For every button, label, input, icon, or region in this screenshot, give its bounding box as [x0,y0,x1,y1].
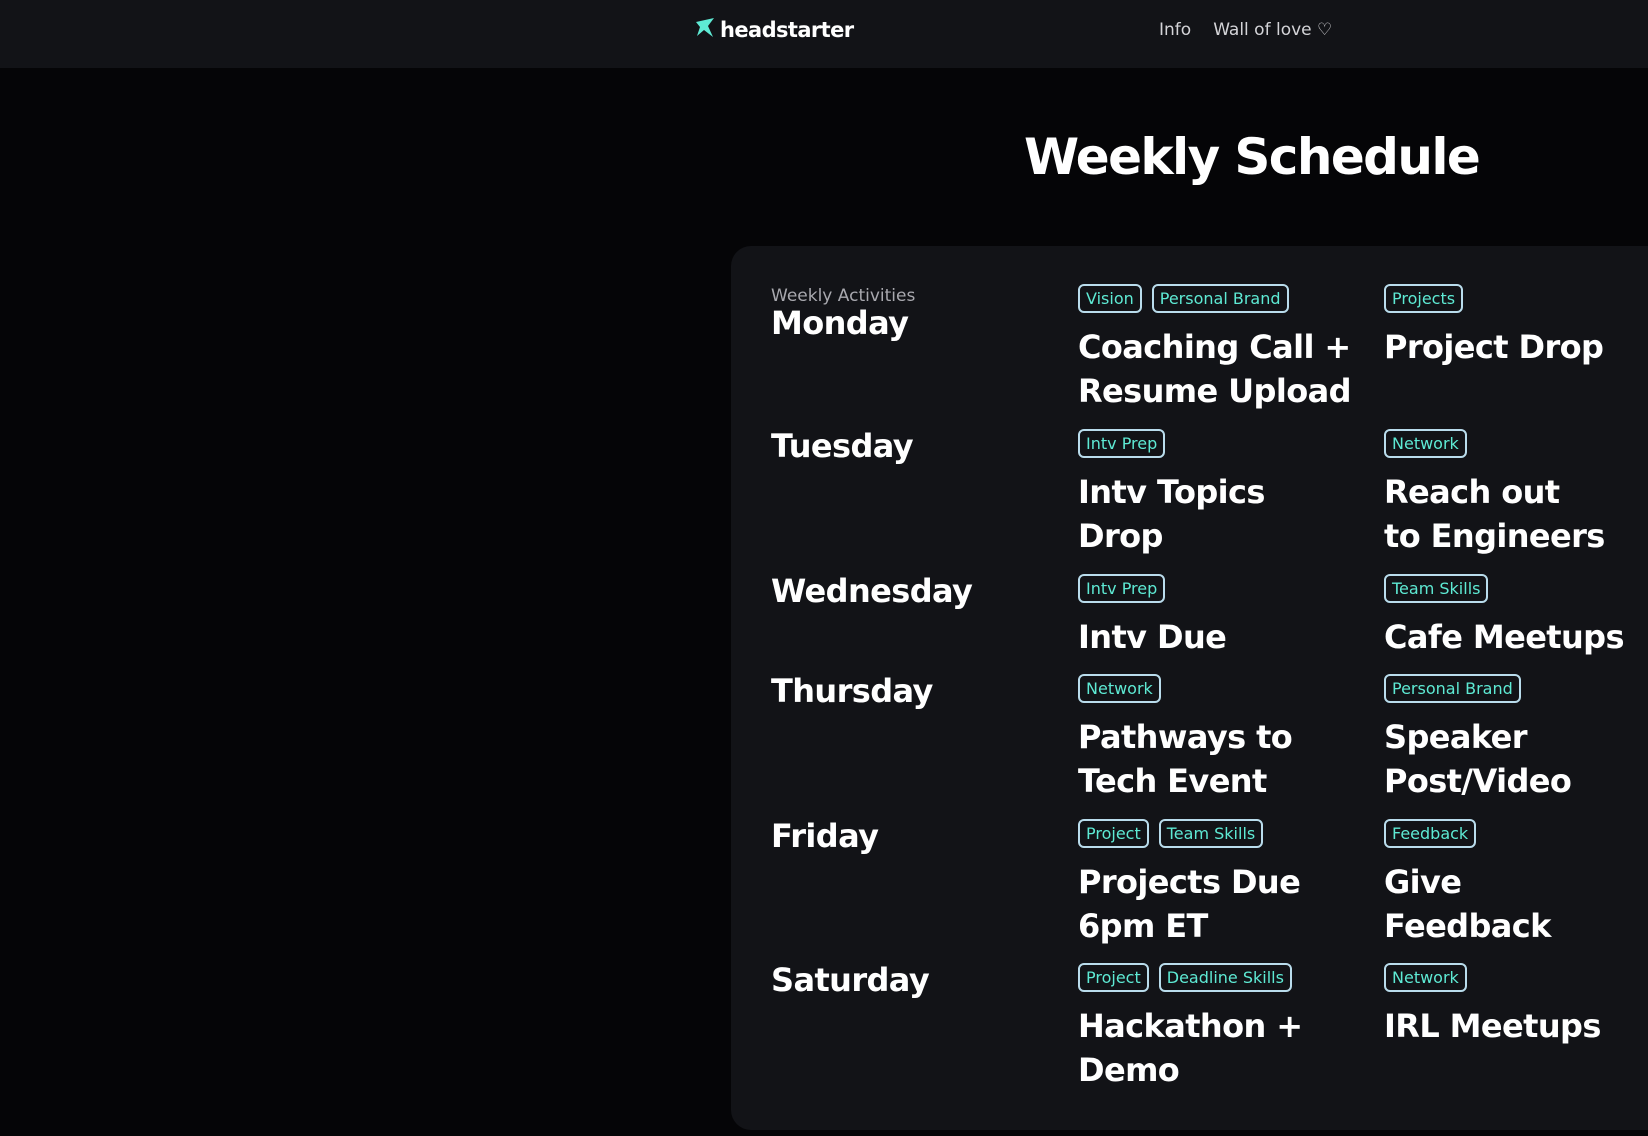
nav-links: Info Wall of love ♡ [1159,18,1332,42]
tag: Project [1078,819,1149,848]
activity-title: Intv Due [1078,618,1227,656]
day-name: Wednesday [771,572,973,610]
day-name: Friday [771,817,879,855]
activity-title: Projects Due 6pm ET [1078,863,1301,945]
tag-list: Network [1384,429,1605,458]
activity-title: Cafe Meetups [1384,618,1625,656]
activity-title: Intv Topics Drop [1078,473,1265,555]
day-name: Thursday [771,672,933,710]
activity-title: Pathways to Tech Event [1078,718,1293,800]
activity: Intv Prep Intv Due [1078,574,1227,659]
activity: Project Team Skills Projects Due 6pm ET [1078,819,1301,948]
tag: Project [1078,963,1149,992]
schedule-card: Weekly Activities Monday Vision Personal… [731,246,1648,1130]
tag: Personal Brand [1384,674,1521,703]
activity: Personal Brand Speaker Post/Video [1384,674,1572,803]
tag: Network [1384,963,1467,992]
activity-title: IRL Meetups [1384,1007,1601,1045]
tag: Feedback [1384,819,1477,848]
activity: Project Deadline Skills Hackathon + Demo [1078,963,1303,1092]
tag-list: Project Deadline Skills [1078,963,1302,992]
activity-title: Speaker Post/Video [1384,718,1572,800]
day-name: Saturday [771,961,930,999]
activity: Network Pathways to Tech Event [1078,674,1293,803]
headstarter-logo[interactable]: headstarter [693,16,854,44]
activity: Network Reach out to Engineers [1384,429,1605,558]
activity: Vision Personal Brand Coaching Call + Re… [1078,284,1352,413]
tag: Network [1384,429,1467,458]
tag: Intv Prep [1078,429,1166,458]
day-name: Monday [771,304,909,342]
tag-list: Vision Personal Brand [1078,284,1351,313]
tag-list: Project Team Skills [1078,819,1300,848]
activity: Team Skills Cafe Meetups [1384,574,1625,659]
tag: Team Skills [1158,819,1264,848]
activity: Intv Prep Intv Topics Drop [1078,429,1265,558]
activity-title: Give Feedback [1384,863,1551,945]
tag-list: Feedback [1384,819,1551,848]
tag: Intv Prep [1078,574,1166,603]
tag-list: Team Skills [1384,574,1624,603]
tag-list: Intv Prep [1078,429,1265,458]
tag: Vision [1078,284,1142,313]
top-navbar: headstarter Info Wall of love ♡ [0,0,1648,68]
star-logo-icon [693,16,717,44]
tag: Projects [1384,284,1464,313]
tag-list: Intv Prep [1078,574,1226,603]
tag: Deadline Skills [1158,963,1292,992]
day-name: Tuesday [771,427,914,465]
brand-name: headstarter [720,18,854,42]
tag-list: Network [1384,963,1601,992]
tag-list: Network [1078,674,1292,703]
nav-link-info[interactable]: Info [1159,20,1191,40]
activity-title: Coaching Call + Resume Upload [1078,328,1352,410]
tag-list: Personal Brand [1384,674,1571,703]
activity: Feedback Give Feedback [1384,819,1551,948]
activity: Network IRL Meetups [1384,963,1601,1048]
activity-title: Hackathon + Demo [1078,1007,1303,1089]
tag-list: Projects [1384,284,1603,313]
activity: Projects Project Drop [1384,284,1604,369]
section-label: Weekly Activities [771,286,916,306]
tag: Team Skills [1384,574,1489,603]
tag: Personal Brand [1151,284,1289,313]
tag: Network [1078,674,1161,703]
activity-title: Reach out to Engineers [1384,473,1605,555]
page-title: Weekly Schedule [1024,128,1481,186]
activity-title: Project Drop [1384,328,1604,366]
nav-link-wall-of-love[interactable]: Wall of love ♡ [1213,20,1332,40]
